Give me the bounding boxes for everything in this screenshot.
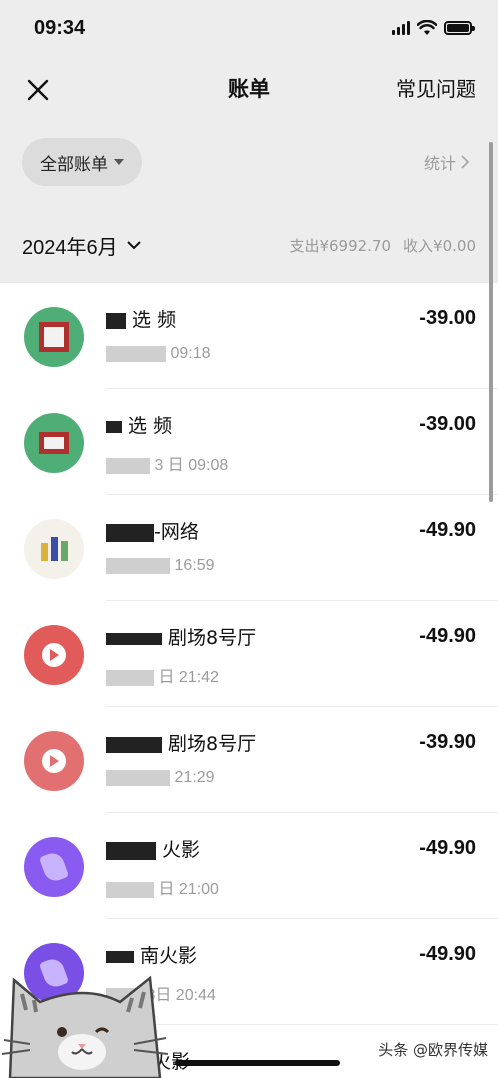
red-play-app-icon bbox=[24, 731, 84, 791]
battery-icon bbox=[444, 21, 475, 35]
transaction-merchant: -网络 bbox=[154, 521, 199, 543]
month-picker[interactable]: 2024年6月 bbox=[22, 231, 142, 260]
transaction-amount: -39.00 bbox=[419, 413, 476, 435]
bill-filter-label: 全部账单 bbox=[40, 154, 108, 175]
transaction-row[interactable]: 选 频 09:18 -39.00 bbox=[0, 283, 498, 389]
month-totals: 支出¥6992.70 收入¥0.00 bbox=[289, 235, 476, 256]
wifi-icon bbox=[417, 20, 437, 35]
status-time: 09:34 bbox=[34, 16, 86, 39]
status-icons bbox=[392, 20, 475, 36]
transaction-time: 16:59 bbox=[174, 557, 215, 574]
transaction-time: 21:29 bbox=[174, 769, 215, 786]
transaction-time: 日 21:42 bbox=[158, 669, 219, 686]
transaction-time: 09:18 bbox=[170, 345, 211, 362]
transaction-merchant: 选 频 bbox=[128, 415, 173, 437]
home-indicator bbox=[175, 1060, 340, 1066]
transaction-merchant: 剧场8号厅 bbox=[168, 733, 257, 755]
multicolor-app-icon bbox=[24, 519, 84, 579]
transaction-amount: -49.90 bbox=[419, 625, 476, 647]
transaction-amount: -39.90 bbox=[419, 731, 476, 753]
status-bar: 09:34 bbox=[0, 0, 498, 56]
bill-filter-button[interactable]: 全部账单 bbox=[22, 138, 142, 186]
month-summary-row: 2024年6月 支出¥6992.70 收入¥0.00 bbox=[0, 210, 498, 280]
transaction-row[interactable]: 剧场8号厅 日 21:42 -49.90 bbox=[0, 601, 498, 707]
transaction-row[interactable]: 选 频 3 日 09:08 -39.00 bbox=[0, 389, 498, 495]
expense-total: 支出¥6992.70 bbox=[289, 236, 392, 255]
income-total: 收入¥0.00 bbox=[403, 236, 476, 255]
transaction-amount: -49.90 bbox=[419, 837, 476, 859]
cat-sticker-icon bbox=[1, 975, 169, 1078]
stats-link[interactable]: 统计 bbox=[424, 150, 470, 174]
transaction-row[interactable]: 剧场8号厅 21:29 -39.90 bbox=[0, 707, 498, 813]
transaction-merchant: 剧场8号厅 bbox=[168, 627, 257, 649]
transaction-merchant: 选 频 bbox=[132, 309, 177, 331]
scrollbar[interactable] bbox=[489, 142, 493, 502]
filter-row: 全部账单 统计 bbox=[0, 134, 498, 190]
faq-link[interactable]: 常见问题 bbox=[396, 73, 476, 102]
transaction-amount: -49.90 bbox=[419, 943, 476, 965]
chevron-down-icon bbox=[126, 241, 141, 250]
transaction-time: 日 21:00 bbox=[158, 881, 219, 898]
watermark: 头条 @欧界传媒 bbox=[378, 1039, 488, 1060]
stats-label: 统计 bbox=[423, 154, 456, 173]
transaction-row[interactable]: 火影 日 21:00 -49.90 bbox=[0, 813, 498, 919]
month-label: 2024年6月 bbox=[22, 236, 118, 259]
transaction-row[interactable]: -网络 16:59 -49.90 bbox=[0, 495, 498, 601]
green-video-app-icon bbox=[24, 413, 84, 473]
signal-icon bbox=[392, 21, 410, 35]
red-play-app-icon bbox=[24, 625, 84, 685]
purple-app-icon bbox=[24, 837, 84, 897]
close-icon[interactable] bbox=[20, 72, 56, 108]
chevron-right-icon bbox=[461, 155, 470, 169]
caret-down-icon bbox=[114, 159, 124, 165]
transaction-amount: -39.00 bbox=[419, 307, 476, 329]
page-title: 账单 bbox=[228, 77, 270, 101]
green-video-app-icon bbox=[24, 307, 84, 367]
transaction-merchant: 火影 bbox=[162, 839, 201, 861]
transaction-amount: -49.90 bbox=[419, 519, 476, 541]
transaction-time: 3 日 09:08 bbox=[154, 457, 229, 474]
nav-bar: 账单 常见问题 bbox=[0, 60, 498, 116]
